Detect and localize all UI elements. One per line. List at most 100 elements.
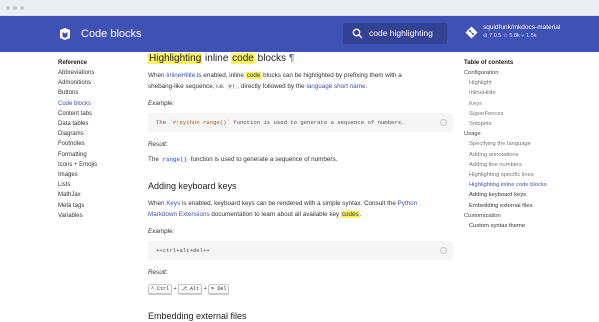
search-icon <box>352 28 363 39</box>
nav-item-mathjax[interactable]: MathJax <box>58 190 138 200</box>
text: is enabled, inline <box>195 72 246 79</box>
text: shebang-like sequence, i.e. <box>148 83 227 90</box>
toc-item-adding-keyboard-keys[interactable]: Adding keyboard keys <box>464 190 574 200</box>
toc-item-specifying-the-language[interactable]: Specifying the language <box>464 139 574 149</box>
toc-item-snippets[interactable]: Snippets <box>464 119 574 129</box>
search-highlight: code <box>231 53 255 64</box>
kbd-ctrl: ^ Ctrl <box>148 284 173 295</box>
toc-item-embedding-external-files[interactable]: Embedding external files <box>464 201 574 211</box>
nav-item-admonitions[interactable]: Admonitions <box>58 78 138 88</box>
window-chrome <box>0 0 599 16</box>
toc-item-highlighting-inline-code-blocks[interactable]: Highlighting inline code blocks <box>464 180 574 190</box>
window-close-dot[interactable] <box>6 6 10 10</box>
code-text: ++ctrl+alt+del++ <box>156 247 210 254</box>
copy-to-clipboard-icon[interactable] <box>440 247 447 254</box>
text: . <box>359 211 362 218</box>
text: , directly followed by the <box>237 83 307 90</box>
nav-section-title: Reference <box>58 60 88 66</box>
nav-item-abbreviations[interactable]: Abbreviations <box>58 68 138 78</box>
section-heading-embedding-files: Embedding external files <box>148 311 247 321</box>
material-logo-icon[interactable] <box>58 27 72 41</box>
repo-name-link[interactable]: squidfunk/mkdocs-material <box>483 24 560 32</box>
toc-item-highlighting-specific-lines[interactable]: Highlighting specific lines <box>464 170 574 180</box>
nav-item-content-tabs[interactable]: Content tabs <box>58 109 138 119</box>
language-short-name-link[interactable]: language short name <box>306 83 365 90</box>
keys-example-label: Example: <box>148 228 175 235</box>
keys-example-code-block[interactable]: ++ctrl+alt+del++ <box>148 241 453 260</box>
keyboard-keys-result: ^ Ctrl + ⎇ Alt + ⌦ Del <box>148 284 230 295</box>
toc-item-inlinehilite[interactable]: InlineHilite <box>464 88 574 98</box>
search-input[interactable]: code highlighting <box>369 28 433 39</box>
browser-window: Code blocks code highlighting squidfunk/… <box>0 0 599 322</box>
toc-title: Table of contents <box>464 60 514 66</box>
toc-item-keys[interactable]: Keys <box>464 99 574 109</box>
toc-item-highlight[interactable]: Highlight <box>464 78 574 88</box>
inline-code: #! <box>226 83 238 90</box>
nav-item-lists[interactable]: Lists <box>58 180 138 190</box>
section-heading-inline-code: Highlighting inline code blocks ¶ <box>148 52 294 66</box>
intro-paragraph-line2: shebang-like sequence, i.e. #!, directly… <box>148 82 367 92</box>
heading-text: inline <box>202 53 232 64</box>
kbd-del: ⌦ Del <box>208 284 230 295</box>
toc-item-configuration[interactable]: Configuration <box>464 68 574 78</box>
key-separator: + <box>173 286 177 292</box>
keys-paragraph-line2: Markdown Extensions documentation to lea… <box>148 210 361 220</box>
intro-paragraph-line1: When InlineHilite is enabled, inline cod… <box>148 71 402 81</box>
search-highlight: Highlighting <box>148 53 203 64</box>
copy-to-clipboard-icon[interactable] <box>440 119 447 126</box>
key-separator: + <box>203 286 207 292</box>
text: When <box>148 200 167 207</box>
search-box[interactable]: code highlighting <box>343 23 447 44</box>
nav-item-diagrams[interactable]: Diagrams <box>58 129 138 139</box>
search-highlight: code <box>245 72 262 79</box>
result-paragraph: The range() function is used to generate… <box>148 155 337 165</box>
code-string: `#!python range()` <box>169 119 230 126</box>
inline-code-highlighted: range() <box>160 156 189 163</box>
window-zoom-dot[interactable] <box>20 6 24 10</box>
toc-item-usage[interactable]: Usage <box>464 129 574 139</box>
repo-stats: ⊘ 7.0.5 ☆ 5.8k ⑂ 1.5k <box>483 33 537 39</box>
git-diamond-icon[interactable] <box>465 26 478 39</box>
nav-item-footnotes[interactable]: Footnotes <box>58 139 138 149</box>
example-label: Example: <box>148 100 175 107</box>
search-highlight: codes <box>340 211 360 218</box>
text: is enabled, keyboard keys can be rendere… <box>180 200 398 207</box>
section-heading-keyboard-keys: Adding keyboard keys <box>148 181 237 191</box>
kbd-alt: ⎇ Alt <box>178 284 203 295</box>
example-code-block[interactable]: The `#!python range()` function is used … <box>148 113 453 132</box>
primary-navigation: Reference Abbreviations Admonitions Button… <box>58 58 138 221</box>
result-label: Result: <box>148 141 168 148</box>
python-markdown-extensions-link[interactable]: Python <box>398 200 418 207</box>
text: . <box>365 83 368 90</box>
nav-item-data-tables[interactable]: Data tables <box>58 119 138 129</box>
text: function is used to generate a sequence … <box>188 156 338 163</box>
text: blocks can be highlighted by prefixing t… <box>261 72 402 79</box>
heading-text: blocks <box>254 53 286 64</box>
toc-item-adding-annotations[interactable]: Adding annotations <box>464 150 574 160</box>
permalink-anchor[interactable]: ¶ <box>289 53 294 64</box>
keys-link[interactable]: Keys <box>166 200 180 207</box>
nav-item-icons-emojis[interactable]: Icons + Emojis <box>58 160 138 170</box>
text: documentation to learn about all availab… <box>209 211 341 218</box>
nav-item-code-blocks[interactable]: Code blocks <box>58 99 138 109</box>
window-minimize-dot[interactable] <box>13 6 17 10</box>
python-markdown-extensions-link[interactable]: Markdown Extensions <box>148 211 210 218</box>
toc-item-custom-syntax-theme[interactable]: Custom syntax theme <box>464 221 574 231</box>
nav-item-formatting[interactable]: Formatting <box>58 150 138 160</box>
toc-item-adding-line-numbers[interactable]: Adding line numbers <box>464 160 574 170</box>
nav-item-images[interactable]: Images <box>58 170 138 180</box>
toc-item-customization[interactable]: Customization <box>464 211 574 221</box>
keys-paragraph-line1: When Keys is enabled, keyboard keys can … <box>148 199 417 209</box>
nav-item-buttons[interactable]: Buttons <box>58 88 138 98</box>
text: When <box>148 72 167 79</box>
code-text: function is used to generate a sequence … <box>229 119 405 126</box>
nav-item-variables[interactable]: Variables <box>58 211 138 221</box>
keys-result-label: Result: <box>148 269 168 276</box>
site-title: Code blocks <box>81 28 142 40</box>
code-text: The <box>156 119 170 126</box>
table-of-contents: Table of contents Configuration Highlight… <box>464 58 574 231</box>
text: The <box>148 156 161 163</box>
toc-item-superfences[interactable]: SuperFences <box>464 109 574 119</box>
inlinehilite-link[interactable]: InlineHilite <box>166 72 195 79</box>
nav-item-meta-tags[interactable]: Meta tags <box>58 201 138 211</box>
